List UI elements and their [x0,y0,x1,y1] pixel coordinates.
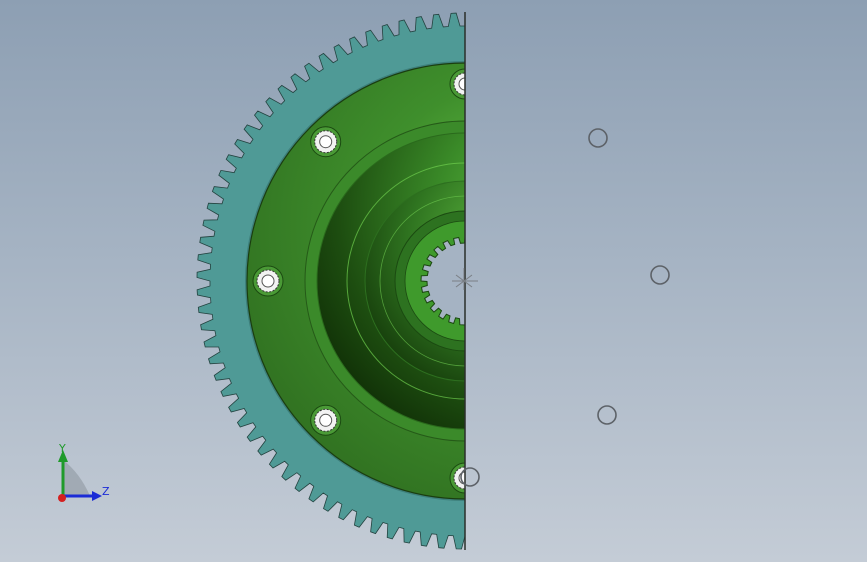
triad-plane [63,460,90,496]
hole-marker[interactable] [650,265,670,285]
z-axis-label: Z [102,485,110,498]
y-axis-label: Y [59,442,66,455]
hole-marker[interactable] [588,128,608,148]
view-orientation-triad[interactable]: Y Z [40,438,130,518]
flange-bolt[interactable] [252,265,284,297]
sketch-hole-markers[interactable] [460,128,670,487]
cad-model-view[interactable] [0,0,867,562]
hole-marker[interactable] [597,405,617,425]
flange-bolt[interactable] [310,126,342,158]
flange-bolt[interactable] [310,404,342,436]
graphics-viewport[interactable]: Y Z [0,0,867,562]
z-axis-arrow [92,491,102,501]
x-axis-dot [58,494,66,502]
triad-axes [58,450,102,502]
